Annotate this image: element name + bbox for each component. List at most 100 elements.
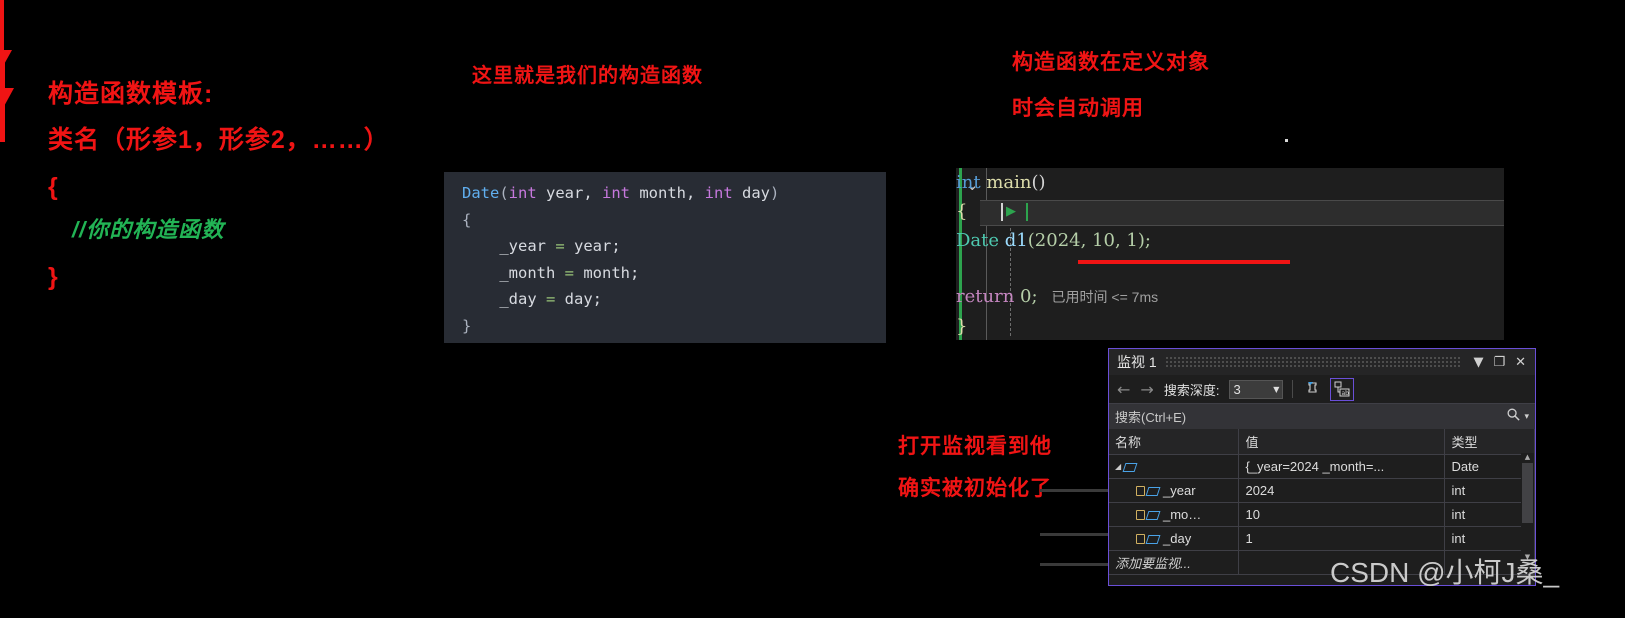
name-cell-content: _year xyxy=(1115,483,1232,498)
code-line-return: return 0; 已用时间 <= 7ms xyxy=(956,286,1504,307)
expand-triangle-icon[interactable]: ◢ xyxy=(1115,462,1121,471)
annotation-auto-call-line2: 时会自动调用 xyxy=(1012,97,1144,120)
forward-arrow-icon[interactable]: → xyxy=(1138,380,1155,399)
window-maximize-icon[interactable]: ❐ xyxy=(1488,356,1510,369)
code-line-date-declaration: Date d1(2024, 10, 1); xyxy=(956,230,1504,251)
code-token-eq-2: = xyxy=(555,263,584,282)
svg-text:ab: ab xyxy=(1342,390,1350,397)
cell-variable-name[interactable]: ◢ xyxy=(1109,454,1240,479)
code-line-assign-month: _month = month; xyxy=(444,260,886,287)
table-header-row: 名称 值 类型 xyxy=(1109,429,1535,455)
code-token-eq-3: = xyxy=(536,290,565,308)
object-cube-icon xyxy=(1147,533,1160,544)
table-row[interactable]: ◢ {_year=2024 _month=... Date xyxy=(1109,454,1535,479)
csdn-watermark: CSDN @小柯J桑_ xyxy=(1330,557,1560,588)
annotation-watch-note-line1: 打开监视看到他 xyxy=(898,435,1052,458)
object-cube-icon xyxy=(1147,485,1160,496)
red-underline-d1 xyxy=(1078,260,1290,264)
code-token-class: Date xyxy=(462,184,500,202)
cell-variable-value[interactable]: 1 xyxy=(1238,526,1446,551)
cell-variable-value[interactable]: 10 xyxy=(1238,502,1446,527)
watch-search-bar[interactable]: 搜索(Ctrl+E) ▾ xyxy=(1109,403,1535,429)
window-dropdown-icon[interactable]: ▼ xyxy=(1468,356,1488,369)
watch-vertical-scrollbar[interactable]: ▲ ▼ xyxy=(1521,453,1534,563)
code-token-paren-close: ) xyxy=(769,184,780,202)
text-caret xyxy=(1001,203,1003,221)
cell-variable-value[interactable]: {_year=2024 _month=... xyxy=(1238,454,1446,479)
code-token-lhs-day: _day xyxy=(499,290,537,308)
watch-window-title: 监视 1 xyxy=(1117,354,1157,370)
name-cell-content: ◢ xyxy=(1115,461,1232,472)
background-strip-3 xyxy=(1040,563,1110,566)
private-lock-icon xyxy=(1136,533,1145,544)
code-token-open-brace: { xyxy=(956,201,968,222)
code-token-close-brace: } xyxy=(956,316,968,337)
annotation-this-is-constructor: 这里就是我们的构造函数 xyxy=(472,65,703,87)
annotation-watch-note-line2: 确实被初始化了 xyxy=(898,477,1052,500)
watch-window-titlebar[interactable]: 监视 1 ▼ ❐ ✕ xyxy=(1109,349,1535,375)
private-lock-icon xyxy=(1136,485,1145,496)
code-token-int-2: int xyxy=(602,184,630,202)
code-token-param-1: year, xyxy=(536,184,602,202)
code-line-main-open-brace: { xyxy=(956,201,1504,222)
window-close-icon[interactable]: ✕ xyxy=(1510,356,1531,369)
variable-name-label: _day xyxy=(1163,531,1192,546)
table-row[interactable]: _mo… 10 int xyxy=(1109,502,1535,527)
code-line-close-brace: } xyxy=(462,316,472,335)
variable-name-label: _year xyxy=(1163,483,1196,498)
back-arrow-icon[interactable]: ← xyxy=(1115,380,1132,399)
code-token-d1-var: d1 xyxy=(999,230,1028,251)
code-token-rhs-day: day; xyxy=(564,290,602,308)
run-to-cursor-icon[interactable]: ▶ xyxy=(1006,204,1016,219)
code-line-main-signature: int main() xyxy=(956,172,1504,193)
column-header-name[interactable]: 名称 xyxy=(1109,429,1240,455)
code-token-paren-open: ( xyxy=(499,184,509,202)
pin-icon[interactable] xyxy=(1302,379,1324,400)
scrollbar-thumb[interactable] xyxy=(1522,463,1533,523)
cell-variable-value[interactable]: 2024 xyxy=(1238,478,1446,503)
search-icon[interactable] xyxy=(1506,407,1521,426)
column-header-type[interactable]: 类型 xyxy=(1444,429,1535,455)
scroll-up-arrow-icon[interactable]: ▲ xyxy=(1521,453,1534,463)
code-line-assign-year: _year = year; xyxy=(444,233,886,260)
search-depth-label: 搜索深度: xyxy=(1163,382,1220,398)
cell-variable-name[interactable]: _day xyxy=(1109,526,1240,551)
name-cell-content: _mo… xyxy=(1115,507,1232,522)
code-token-lhs-month: _month xyxy=(499,263,556,282)
annotation-template-close-brace: } xyxy=(48,263,58,291)
code-token-int-3: int xyxy=(704,184,733,202)
annotation-template-signature: 类名（形参1，形参2，……） xyxy=(48,126,390,154)
magnifier-glyph xyxy=(1507,408,1521,421)
main-function-code-editor[interactable]: ⌄ int main() { ▶ Date d1(2024, 10, 1); r… xyxy=(956,168,1504,340)
table-row[interactable]: _year 2024 int xyxy=(1109,478,1535,503)
editor-change-bar xyxy=(959,168,962,340)
constructor-code-block: Date(int year, int month, int day) { _ye… xyxy=(444,172,886,343)
watch-window-toolbar[interactable]: ← → 搜索深度: 3 ▼ ab xyxy=(1109,375,1535,403)
show-type-column-icon[interactable]: ab xyxy=(1330,377,1355,401)
object-cube-icon xyxy=(1147,509,1160,520)
column-header-value[interactable]: 值 xyxy=(1238,429,1446,455)
code-token-main-name: main xyxy=(980,172,1032,193)
chevron-down-icon: ▼ xyxy=(1273,384,1280,394)
cell-variable-name[interactable]: _mo… xyxy=(1109,502,1240,527)
code-token-int-1: int xyxy=(508,184,537,202)
code-token-eq-1: = xyxy=(546,237,574,255)
search-options-caret-icon[interactable]: ▾ xyxy=(1521,412,1529,422)
code-token-rhs-year: year; xyxy=(574,237,621,255)
annotation-auto-call-line1: 构造函数在定义对象 xyxy=(1012,51,1210,74)
elapsed-time-hint: 已用时间 <= 7ms xyxy=(1051,289,1159,305)
table-row[interactable]: _day 1 int xyxy=(1109,526,1535,551)
code-token-rhs-month: month; xyxy=(583,263,640,282)
editor-indent-guide xyxy=(986,168,987,340)
code-token-return-value: 0; xyxy=(1014,286,1038,307)
add-watch-placeholder[interactable]: 添加要监视... xyxy=(1109,550,1240,575)
code-token-param-3: day xyxy=(732,184,770,202)
code-token-lhs-year: _year xyxy=(499,237,546,255)
search-depth-select[interactable]: 3 ▼ xyxy=(1229,379,1284,399)
abc-box-glyph: ab xyxy=(1334,381,1350,397)
object-cube-icon xyxy=(1124,461,1137,472)
watch-search-input[interactable]: 搜索(Ctrl+E) xyxy=(1115,407,1506,426)
cell-variable-name[interactable]: _year xyxy=(1109,478,1240,503)
code-line-open-brace: { xyxy=(462,210,472,229)
pin-glyph xyxy=(1308,382,1317,393)
